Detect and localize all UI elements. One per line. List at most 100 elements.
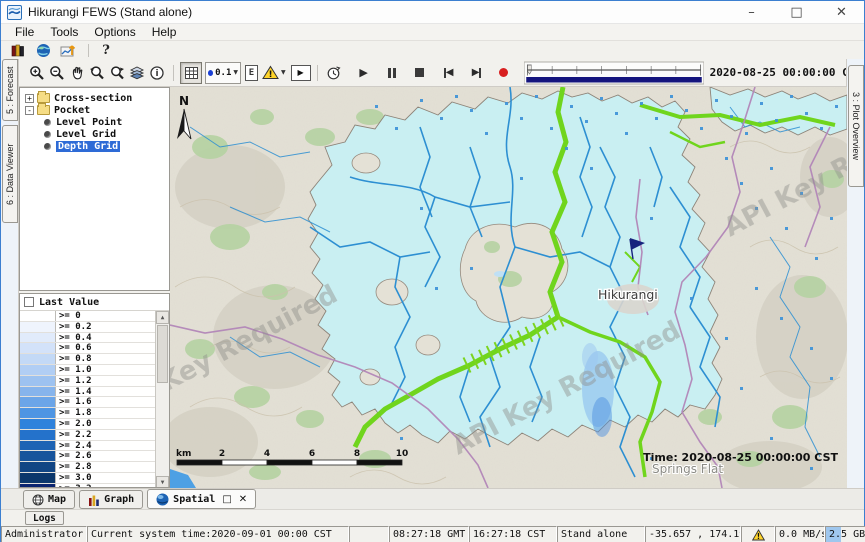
map-viewport[interactable]: API Key Required API Key Required API Ke… xyxy=(170,87,847,488)
map-display-button[interactable] xyxy=(32,42,54,59)
status-warning[interactable]: ! xyxy=(741,526,775,542)
legend-row[interactable]: >= 0 xyxy=(20,311,155,322)
legend-body: >= 0>= 0.2>= 0.4>= 0.6>= 0.8>= 1.0>= 1.2… xyxy=(20,311,169,488)
menu-tools[interactable]: Tools xyxy=(42,24,86,40)
area-label: Springs Flat xyxy=(652,462,723,476)
zoom-in-button[interactable] xyxy=(27,62,47,84)
scroll-up-icon[interactable]: ▲ xyxy=(156,311,169,324)
tab-graph[interactable]: Graph xyxy=(79,490,143,509)
legend-value-label: >= 2.0 xyxy=(56,419,155,429)
scrollbar-thumb[interactable] xyxy=(157,325,168,383)
help-button[interactable]: ? xyxy=(95,42,117,59)
app-logo-icon xyxy=(7,5,22,20)
animation-panel-button[interactable]: ▶ xyxy=(291,62,311,84)
legend-row[interactable]: >= 1.2 xyxy=(20,376,155,387)
maximize-button[interactable]: □ xyxy=(774,1,819,23)
legend-row[interactable]: >= 1.4 xyxy=(20,387,155,398)
legend-row[interactable]: >= 1.0 xyxy=(20,365,155,376)
legend-color-swatch xyxy=(20,462,56,472)
layers-button[interactable] xyxy=(127,62,147,84)
map-time-label: Time: 2020-08-25 00:00:00 CST xyxy=(643,451,838,464)
go-to-start-button[interactable]: ◀ xyxy=(438,62,460,84)
pause-icon xyxy=(388,68,396,78)
menu-help[interactable]: Help xyxy=(144,24,185,40)
zoom-next-button[interactable] xyxy=(107,62,127,84)
status-mode: Stand alone xyxy=(557,526,645,542)
tree-node-pocket[interactable]: - Pocket xyxy=(20,104,169,116)
database-explorer-button[interactable] xyxy=(7,42,29,59)
legend-row[interactable]: >= 3.0 xyxy=(20,473,155,484)
menu-options[interactable]: Options xyxy=(86,24,143,40)
legend-row[interactable]: >= 2.6 xyxy=(20,451,155,462)
tab-map[interactable]: Map xyxy=(23,490,75,509)
menu-file[interactable]: File xyxy=(7,24,42,40)
legend-row[interactable]: >= 2.8 xyxy=(20,462,155,473)
legend-row[interactable]: >= 0.2 xyxy=(20,322,155,333)
time-slider[interactable] xyxy=(524,61,704,85)
tree-node-depth-grid[interactable]: Depth Grid xyxy=(20,140,169,152)
layers-icon xyxy=(129,65,145,81)
info-button[interactable]: i xyxy=(147,62,167,84)
status-user: Administrator xyxy=(1,526,87,542)
tab-close-icon[interactable]: ✕ xyxy=(239,494,247,505)
legend-color-swatch xyxy=(20,451,56,461)
legend-value-label: >= 0.8 xyxy=(56,354,155,364)
tab-data-viewer[interactable]: 6 : Data Viewer xyxy=(2,125,18,223)
status-coordinates: -35.657 , 174.199 xyxy=(645,526,741,542)
globe-icon xyxy=(32,494,44,506)
tree-node-level-point[interactable]: Level Point xyxy=(20,116,169,128)
logs-bar: Logs xyxy=(1,509,864,526)
map-canvas[interactable]: API Key Required API Key Required API Ke… xyxy=(170,87,847,488)
bottom-tab-bar: Map Graph Spatial □ ✕ xyxy=(1,488,864,509)
point-size-dropdown[interactable]: 0.1 ▼ xyxy=(205,62,241,84)
timeseries-display-button[interactable] xyxy=(57,42,79,59)
legend-row[interactable]: >= 1.6 xyxy=(20,397,155,408)
minimize-button[interactable]: – xyxy=(729,1,774,23)
last-value-checkbox[interactable] xyxy=(24,297,34,307)
scroll-down-icon[interactable]: ▼ xyxy=(156,476,169,488)
animation-speed-button[interactable] xyxy=(324,62,344,84)
legend-row[interactable]: >= 0.4 xyxy=(20,333,155,344)
tab-spatial[interactable]: Spatial □ ✕ xyxy=(147,489,256,509)
status-download-rate: 0.0 MB/s xyxy=(775,526,825,542)
info-icon: i xyxy=(149,65,165,81)
tab-forecast[interactable]: 5 : Forecast xyxy=(2,59,18,121)
tree-node-level-grid[interactable]: Level Grid xyxy=(20,128,169,140)
legend-row[interactable]: >= 1.8 xyxy=(20,408,155,419)
point-icon xyxy=(208,70,213,76)
tab-plot-overview[interactable]: 3 : Plot Overview xyxy=(848,65,864,187)
stop-button[interactable] xyxy=(410,62,430,84)
play-button[interactable]: ▶ xyxy=(354,62,374,84)
legend-row[interactable]: >= 2.2 xyxy=(20,430,155,441)
tree-node-label: Pocket xyxy=(54,105,90,116)
legend-color-swatch xyxy=(20,343,56,353)
go-to-end-button[interactable]: ▶ xyxy=(466,62,488,84)
expand-icon[interactable]: + xyxy=(25,94,34,103)
skip-end-icon xyxy=(479,68,481,78)
collapse-icon[interactable]: - xyxy=(25,106,34,115)
status-local-time: 16:27:18 CST xyxy=(469,526,557,542)
legend-value-label: >= 0.2 xyxy=(56,322,155,332)
zoom-out-button[interactable] xyxy=(47,62,67,84)
legend-scrollbar[interactable]: ▲ ▼ xyxy=(155,311,169,488)
pause-button[interactable] xyxy=(382,62,402,84)
svg-text:km: km xyxy=(176,449,191,459)
close-button[interactable]: ✕ xyxy=(819,1,864,23)
legend-row[interactable]: >= 2.0 xyxy=(20,419,155,430)
zoom-previous-button[interactable] xyxy=(87,62,107,84)
node-bullet-icon xyxy=(44,119,51,126)
pan-button[interactable] xyxy=(67,62,87,84)
legend-row[interactable]: >= 2.4 xyxy=(20,441,155,452)
legend-row[interactable]: >= 0.8 xyxy=(20,354,155,365)
status-bar: Administrator Current system time:2020-0… xyxy=(1,526,864,542)
tab-logs[interactable]: Logs xyxy=(25,511,64,525)
show-grid-button[interactable] xyxy=(180,62,202,84)
warnings-dropdown[interactable]: ! ▼ xyxy=(262,62,286,84)
tab-maximize-icon[interactable]: □ xyxy=(222,494,231,505)
legend-row[interactable]: >= 0.6 xyxy=(20,343,155,354)
zoom-next-icon xyxy=(109,65,125,81)
legend-color-swatch xyxy=(20,397,56,407)
legend-value-label: >= 1.0 xyxy=(56,365,155,375)
scale-ruler-button[interactable]: E xyxy=(245,62,258,84)
record-button[interactable] xyxy=(494,62,514,84)
